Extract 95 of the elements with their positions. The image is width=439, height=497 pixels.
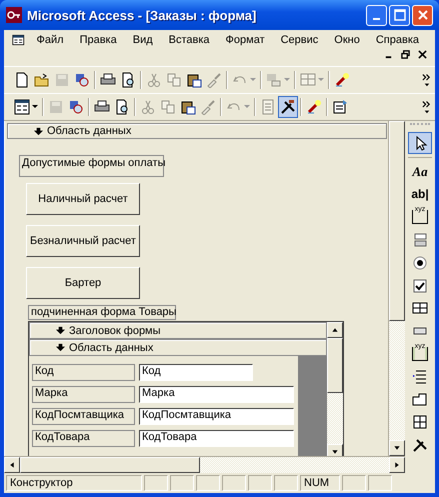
section-title: Заголовок формы	[69, 324, 161, 336]
field-label: КодПосмтавщика	[32, 408, 135, 425]
close-button[interactable]	[412, 4, 433, 26]
vertical-scrollbar[interactable]	[388, 121, 405, 456]
status-panel	[196, 475, 220, 491]
form-icon	[14, 99, 30, 115]
form-button[interactable]: Наличный расчет	[26, 183, 140, 215]
subform-label: подчиненная форма Товары	[28, 305, 176, 320]
status-panel	[248, 475, 272, 491]
menu-item[interactable]: Окно	[334, 34, 360, 46]
form-button[interactable]: Бартер	[26, 267, 140, 299]
toolbox-button[interactable]: ab|	[408, 184, 432, 206]
field-label: Код	[32, 364, 135, 381]
scissors-icon	[146, 72, 162, 88]
status-panel	[144, 475, 168, 491]
field-label: Марка	[32, 386, 135, 403]
toolbar-button[interactable]	[278, 96, 298, 118]
restore-icon[interactable]	[401, 50, 410, 59]
close-icon[interactable]	[418, 50, 427, 59]
toolbox-button[interactable]: Aa	[408, 160, 432, 183]
clipboard-icon	[186, 72, 202, 88]
status-indicator: NUM	[300, 475, 340, 491]
document-icon	[14, 72, 30, 88]
scroll-down-icon[interactable]	[389, 440, 405, 456]
section-title: Область данных	[47, 125, 132, 137]
horizontal-scrollbar[interactable]	[4, 456, 405, 473]
scissors-icon	[140, 99, 156, 115]
vertical-scrollbar[interactable]	[327, 322, 343, 456]
status-panel	[222, 475, 246, 491]
text-field[interactable]: КодПосмтавщика	[139, 408, 294, 425]
properties-icon	[332, 99, 348, 115]
dropdown-arrow-icon	[318, 78, 324, 82]
tab-icon	[412, 391, 428, 408]
scroll-up-icon[interactable]	[327, 322, 343, 338]
section-arrow-icon	[34, 126, 43, 136]
scroll-thumb[interactable]	[20, 457, 200, 473]
combo-icon	[412, 300, 428, 316]
scroll-thumb[interactable]	[327, 338, 343, 393]
menu-item[interactable]: Вид	[132, 34, 153, 46]
text-field[interactable]: Марка	[139, 386, 294, 403]
toggle-icon	[412, 232, 428, 248]
status-panel	[368, 475, 392, 491]
checkbox-icon	[412, 278, 428, 294]
scroll-left-icon[interactable]	[4, 457, 20, 473]
subform-icon	[412, 414, 428, 430]
brush-icon	[200, 99, 216, 115]
magnifier-icon	[68, 99, 84, 115]
page-magnifier-icon	[120, 72, 136, 88]
menu-item[interactable]: Вставка	[168, 34, 210, 46]
scroll-thumb[interactable]	[389, 121, 405, 321]
dropdown-arrow-icon	[250, 78, 256, 82]
clipboard-icon	[180, 99, 196, 115]
maximize-button[interactable]	[389, 4, 410, 26]
dropdown-arrow-icon	[244, 105, 250, 109]
status-panel	[170, 475, 194, 491]
scroll-down-icon[interactable]	[327, 444, 343, 456]
maximize-icon	[394, 9, 406, 21]
status-panel	[274, 475, 298, 491]
radio-icon	[412, 254, 428, 271]
overflow-icon[interactable]	[422, 99, 431, 115]
wand-icon	[306, 99, 322, 115]
copy-icon	[160, 99, 176, 115]
page-magnifier-icon	[114, 99, 130, 115]
table-icon	[300, 72, 316, 88]
window-title: Microsoft Access - [Заказы : форма]	[27, 8, 258, 22]
minimize-button[interactable]	[366, 4, 387, 26]
field-label: КодТовара	[32, 430, 135, 447]
overflow-icon[interactable]	[422, 72, 431, 88]
dropdown-arrow-icon	[284, 78, 290, 82]
text-field[interactable]: КодТовара	[139, 430, 294, 447]
folder-icon	[34, 72, 50, 88]
dropdown-arrow-icon	[32, 105, 38, 109]
minimize-icon	[373, 18, 380, 20]
brush-icon	[206, 72, 222, 88]
toolbox-button[interactable]	[408, 132, 432, 154]
form-button[interactable]: Безналичный расчет	[26, 225, 140, 257]
close-icon	[416, 9, 428, 21]
menu-item[interactable]: Правка	[80, 34, 117, 46]
menu-item[interactable]: Файл	[36, 34, 64, 46]
menu-item[interactable]: Справка	[376, 34, 419, 46]
menu-item[interactable]: Формат	[226, 34, 265, 46]
list-icon	[260, 99, 276, 115]
scroll-right-icon[interactable]	[389, 457, 405, 473]
menu-item[interactable]: Сервис	[280, 34, 318, 46]
copy-icon	[166, 72, 182, 88]
status-text: Конструктор	[6, 475, 142, 491]
form-label: Допустимые формы оплаты	[19, 155, 164, 177]
list-icon	[412, 368, 428, 385]
key-icon	[6, 7, 22, 23]
section-title: Область данных	[69, 342, 154, 354]
wand-icon	[334, 72, 350, 88]
form-icon[interactable]	[12, 32, 25, 48]
magnifier-icon	[74, 72, 90, 88]
status-panel	[342, 475, 366, 491]
text-field[interactable]: Код	[139, 364, 253, 381]
